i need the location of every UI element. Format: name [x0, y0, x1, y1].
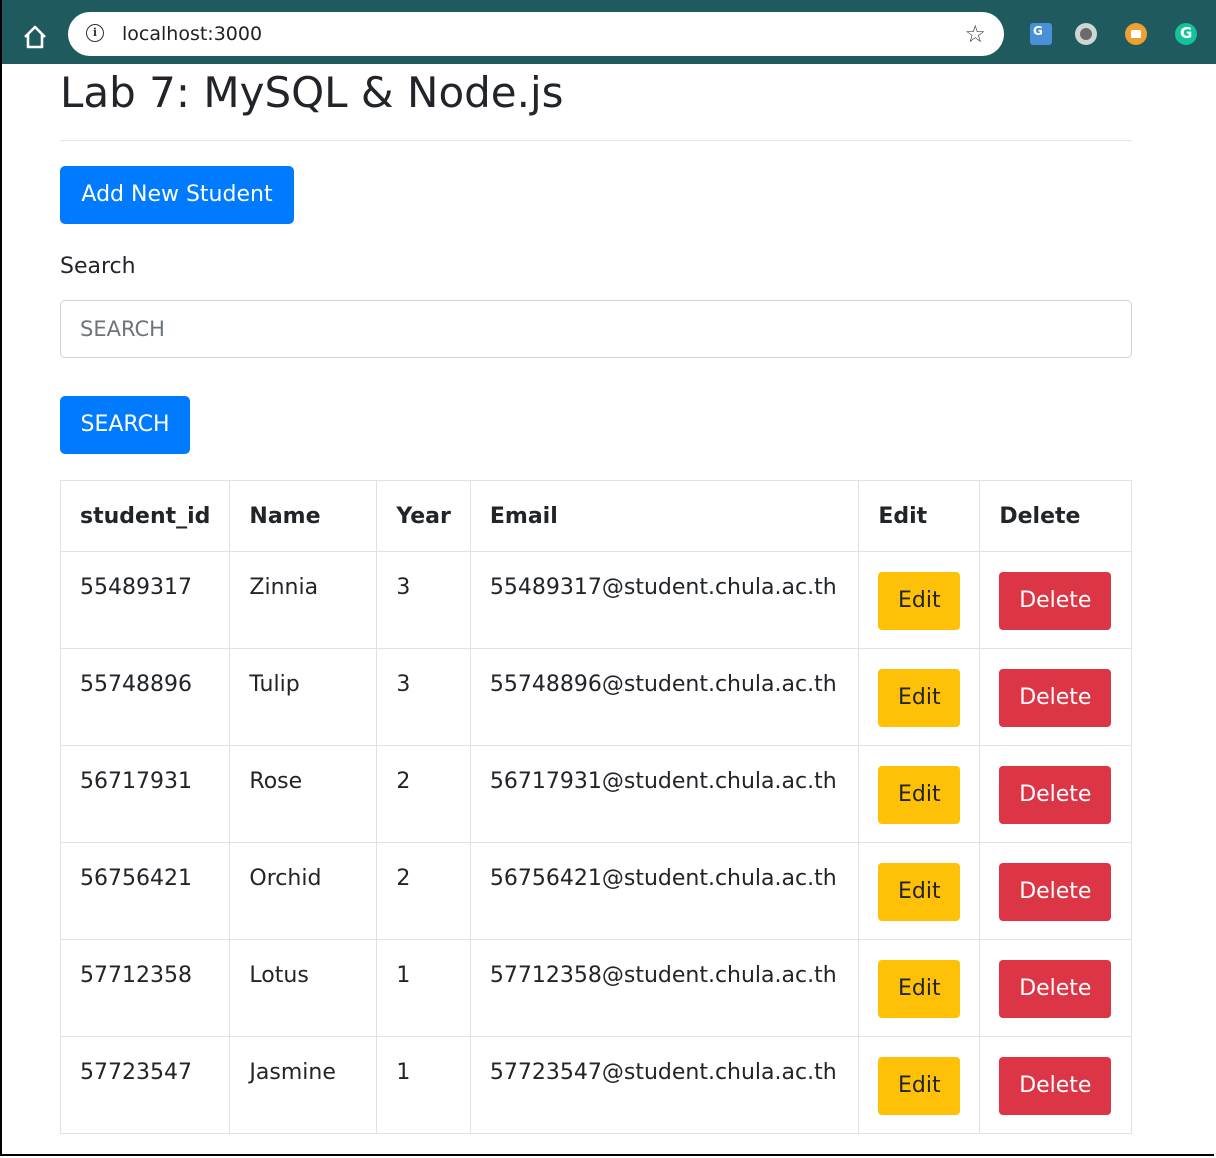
cell-edit: Edit: [858, 842, 981, 940]
google-translate-icon[interactable]: [1030, 23, 1052, 45]
address-bar[interactable]: i localhost:3000 ☆: [68, 12, 1004, 56]
edit-button[interactable]: Edit: [878, 669, 961, 727]
header-email: Email: [469, 480, 860, 552]
cell-name: Tulip: [229, 648, 378, 746]
search-input[interactable]: [60, 300, 1132, 358]
cell-email: 57723547@student.chula.ac.th: [469, 1036, 860, 1134]
cell-name: Lotus: [229, 939, 378, 1037]
image-extension-icon[interactable]: [1125, 23, 1147, 45]
cell-delete: Delete: [979, 551, 1132, 649]
table-row: 56756421 Orchid 2 56756421@student.chula…: [59, 842, 1132, 940]
header-edit: Edit: [858, 480, 981, 552]
cell-student-id: 55748896: [59, 648, 231, 746]
cell-name: Zinnia: [229, 551, 378, 649]
table-row: 56717931 Rose 2 56717931@student.chula.a…: [59, 745, 1132, 843]
cell-email: 55489317@student.chula.ac.th: [469, 551, 860, 649]
brain-extension-icon[interactable]: [1075, 23, 1097, 45]
cell-delete: Delete: [979, 939, 1132, 1037]
cell-year: 1: [376, 939, 471, 1037]
delete-button[interactable]: Delete: [999, 960, 1112, 1018]
delete-button[interactable]: Delete: [999, 863, 1112, 921]
cell-student-id: 56717931: [59, 745, 231, 843]
cell-edit: Edit: [858, 745, 981, 843]
edit-button[interactable]: Edit: [878, 1057, 961, 1115]
edit-button[interactable]: Edit: [878, 572, 961, 630]
cell-name: Rose: [229, 745, 378, 843]
edit-button[interactable]: Edit: [878, 863, 961, 921]
cell-edit: Edit: [858, 648, 981, 746]
cell-name: Jasmine: [229, 1036, 378, 1134]
cell-year: 3: [376, 551, 471, 649]
cell-year: 2: [376, 745, 471, 843]
header-delete: Delete: [979, 480, 1132, 552]
search-button[interactable]: SEARCH: [60, 396, 190, 454]
edit-button[interactable]: Edit: [878, 960, 961, 1018]
delete-button[interactable]: Delete: [999, 1057, 1112, 1115]
cell-email: 56717931@student.chula.ac.th: [469, 745, 860, 843]
cell-edit: Edit: [858, 939, 981, 1037]
cell-edit: Edit: [858, 551, 981, 649]
delete-button[interactable]: Delete: [999, 766, 1112, 824]
info-icon[interactable]: i: [86, 24, 104, 42]
add-new-student-button[interactable]: Add New Student: [60, 166, 294, 224]
cell-email: 57712358@student.chula.ac.th: [469, 939, 860, 1037]
cell-email: 55748896@student.chula.ac.th: [469, 648, 860, 746]
search-label: Search: [60, 254, 136, 279]
home-icon: [24, 25, 46, 49]
cell-delete: Delete: [979, 648, 1132, 746]
cell-student-id: 57723547: [59, 1036, 231, 1134]
page-title: Lab 7: MySQL & Node.js: [60, 68, 564, 117]
delete-button[interactable]: Delete: [999, 572, 1112, 630]
cell-student-id: 57712358: [59, 939, 231, 1037]
url-text[interactable]: localhost:3000: [122, 23, 262, 45]
table-row: 55748896 Tulip 3 55748896@student.chula.…: [59, 648, 1132, 746]
star-icon[interactable]: ☆: [964, 20, 986, 48]
cell-year: 3: [376, 648, 471, 746]
cell-year: 1: [376, 1036, 471, 1134]
header-name: Name: [229, 480, 378, 552]
cell-edit: Edit: [858, 1036, 981, 1134]
delete-button[interactable]: Delete: [999, 669, 1112, 727]
table-row: 57723547 Jasmine 1 57723547@student.chul…: [59, 1036, 1132, 1134]
cell-delete: Delete: [979, 842, 1132, 940]
header-year: Year: [376, 480, 471, 552]
cell-delete: Delete: [979, 1036, 1132, 1134]
home-button[interactable]: [20, 22, 50, 52]
cell-delete: Delete: [979, 745, 1132, 843]
browser-toolbar: i localhost:3000 ☆: [0, 0, 1216, 64]
cell-student-id: 56756421: [59, 842, 231, 940]
header-student-id: student_id: [59, 480, 231, 552]
grammarly-icon[interactable]: [1175, 23, 1197, 45]
cell-student-id: 55489317: [59, 551, 231, 649]
cell-email: 56756421@student.chula.ac.th: [469, 842, 860, 940]
table-header-row: student_id Name Year Email Edit Delete: [59, 480, 1132, 552]
table-row: 57712358 Lotus 1 57712358@student.chula.…: [59, 939, 1132, 1037]
cell-year: 2: [376, 842, 471, 940]
table-row: 55489317 Zinnia 3 55489317@student.chula…: [59, 551, 1132, 649]
cell-name: Orchid: [229, 842, 378, 940]
divider: [60, 140, 1132, 141]
students-table: student_id Name Year Email Edit Delete 5…: [59, 480, 1132, 1134]
edit-button[interactable]: Edit: [878, 766, 961, 824]
